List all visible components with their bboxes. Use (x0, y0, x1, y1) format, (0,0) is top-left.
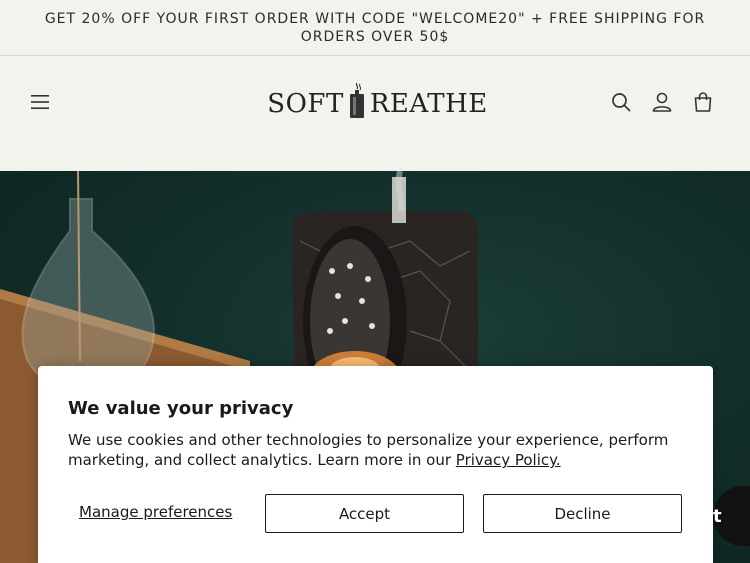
logo-text-right: REATHE (369, 89, 488, 119)
chat-widget-text: t (713, 505, 722, 527)
site-header: SOFT REATHE (0, 57, 750, 171)
hamburger-menu-icon[interactable] (26, 88, 54, 116)
cookie-title: We value your privacy (68, 398, 294, 419)
announcement-text: GET 20% OFF YOUR FIRST ORDER WITH CODE "… (44, 10, 706, 45)
privacy-policy-link[interactable]: Privacy Policy. (456, 451, 561, 469)
cart-icon[interactable] (689, 88, 717, 116)
announcement-bar: GET 20% OFF YOUR FIRST ORDER WITH CODE "… (0, 0, 750, 56)
decline-button[interactable]: Decline (483, 494, 682, 533)
search-icon[interactable] (607, 88, 635, 116)
accept-button[interactable]: Accept (265, 494, 464, 533)
cookie-description: We use cookies and other technologies to… (68, 430, 683, 470)
account-icon[interactable] (648, 88, 676, 116)
cookie-body-text: We use cookies and other technologies to… (68, 431, 669, 469)
logo-text-left: SOFT (267, 89, 344, 119)
diffuser-logo-icon (349, 82, 364, 118)
brand-logo[interactable]: SOFT REATHE (267, 75, 487, 119)
cookie-consent-banner: We value your privacy We use cookies and… (38, 366, 713, 563)
manage-preferences-link[interactable]: Manage preferences (79, 503, 232, 521)
